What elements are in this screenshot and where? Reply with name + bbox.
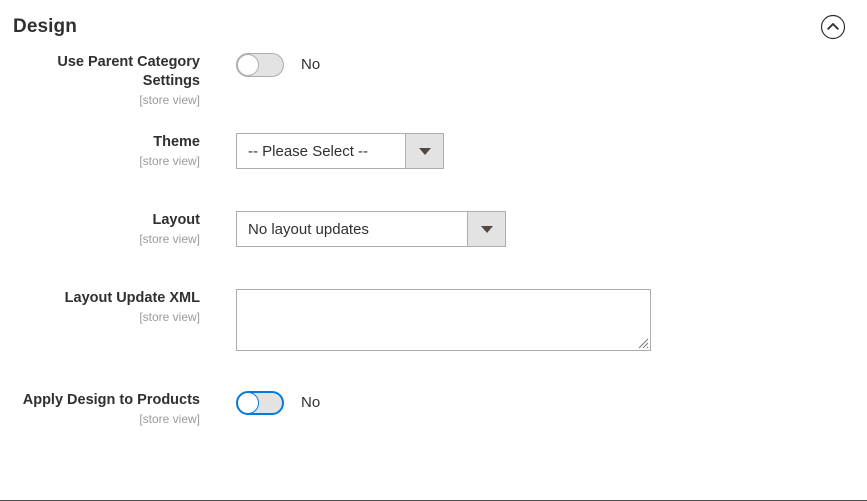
field-control-group: No layout updates (200, 211, 867, 247)
field-scope-layout: [store view] (139, 232, 200, 246)
field-label-group: Apply Design to Products [store view] (0, 391, 200, 427)
field-label-theme: Theme (153, 134, 200, 150)
field-label-apply-design-to-products: Apply Design to Products (22, 392, 200, 408)
toggle-wrap-apply-design-to-products: No (236, 391, 867, 415)
field-label-layout: Layout (152, 212, 200, 228)
toggle-knob (237, 54, 259, 76)
layout-update-xml-wrap (236, 289, 651, 351)
layout-update-xml-input[interactable] (236, 289, 651, 351)
field-control-group: -- Please Select -- (200, 133, 867, 169)
field-control-group: No (200, 391, 867, 415)
select-layout[interactable]: No layout updates (236, 211, 506, 247)
chevron-down-icon[interactable] (405, 134, 443, 168)
field-layout-update-xml: Layout Update XML [store view] (0, 289, 867, 356)
select-theme-value: -- Please Select -- (248, 142, 369, 160)
field-apply-design-to-products: Apply Design to Products [store view] No (0, 391, 867, 427)
select-layout-value: No layout updates (248, 220, 369, 238)
chevron-down-icon[interactable] (467, 212, 505, 246)
caret-down-glyph (418, 147, 431, 155)
field-label-group: Use Parent Category Settings [store view… (0, 53, 200, 108)
field-control-group: No (200, 53, 867, 77)
select-theme[interactable]: -- Please Select -- (236, 133, 444, 169)
field-scope-layout-update-xml: [store view] (139, 310, 200, 324)
chevron-up-circle-icon[interactable] (820, 14, 846, 40)
field-label-group: Theme [store view] (0, 133, 200, 169)
toggle-apply-design-to-products[interactable] (236, 391, 284, 415)
field-scope-use-parent-category-settings: [store view] (139, 93, 200, 107)
field-use-parent-category-settings: Use Parent Category Settings [store view… (0, 53, 867, 108)
field-theme: Theme [store view] -- Please Select -- (0, 133, 867, 169)
toggle-knob (237, 392, 259, 414)
toggle-value-use-parent-category-settings: No (301, 56, 321, 73)
field-control-group (200, 289, 867, 356)
caret-down-glyph (480, 225, 493, 233)
field-label-group: Layout Update XML [store view] (0, 289, 200, 325)
field-layout: Layout [store view] No layout updates (0, 211, 867, 247)
field-scope-apply-design-to-products: [store view] (139, 412, 200, 426)
toggle-value-apply-design-to-products: No (301, 394, 321, 411)
field-label-group: Layout [store view] (0, 211, 200, 247)
field-label-use-parent-category-settings: Use Parent Category Settings (57, 54, 200, 89)
design-section-header[interactable]: Design (0, 0, 867, 53)
field-label-layout-update-xml: Layout Update XML (64, 290, 200, 306)
page-title: Design (13, 16, 77, 37)
design-section: Design Use Parent Category Settings [sto… (0, 0, 867, 501)
toggle-use-parent-category-settings[interactable] (236, 53, 284, 77)
toggle-wrap-use-parent-category-settings: No (236, 53, 867, 77)
field-scope-theme: [store view] (139, 154, 200, 168)
